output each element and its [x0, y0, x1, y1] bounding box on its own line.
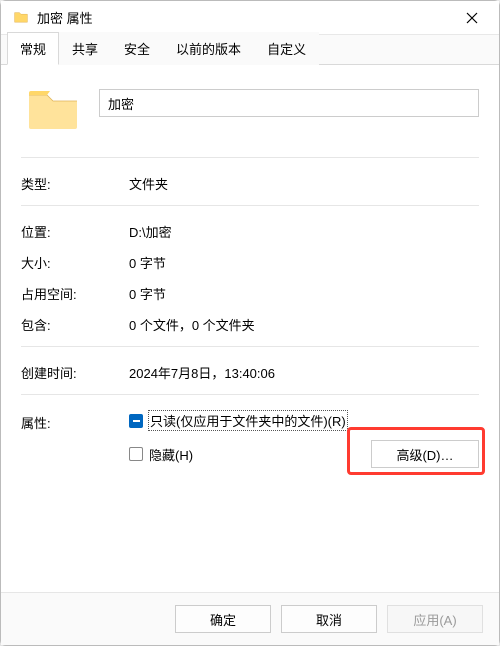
attributes-label: 属性: — [21, 411, 129, 432]
hidden-advanced-line: 隐藏(H) 高级(D)… — [129, 440, 479, 468]
tab-custom[interactable]: 自定义 — [254, 32, 319, 65]
row-ondisk: 占用空间: 0 字节 — [21, 278, 479, 309]
tab-security[interactable]: 安全 — [111, 32, 163, 65]
contains-label: 包含: — [21, 315, 129, 334]
attributes-column: 只读(仅应用于文件夹中的文件)(R) 隐藏(H) 高级(D)… — [129, 411, 479, 468]
type-value: 文件夹 — [129, 174, 168, 193]
location-label: 位置: — [21, 222, 129, 241]
tab-previous-versions[interactable]: 以前的版本 — [163, 32, 254, 65]
ok-button[interactable]: 确定 — [175, 605, 271, 633]
readonly-checkbox[interactable] — [129, 414, 143, 428]
tab-general[interactable]: 常规 — [7, 32, 59, 65]
divider — [21, 394, 479, 395]
folder-icon-large — [25, 85, 81, 133]
readonly-label[interactable]: 只读(仅应用于文件夹中的文件)(R) — [149, 411, 347, 430]
apply-button[interactable]: 应用(A) — [387, 605, 483, 633]
ondisk-value: 0 字节 — [129, 284, 166, 303]
size-label: 大小: — [21, 253, 129, 272]
tab-share[interactable]: 共享 — [59, 32, 111, 65]
divider — [21, 205, 479, 206]
divider — [21, 346, 479, 347]
row-type: 类型: 文件夹 — [21, 168, 479, 199]
folder-name-input[interactable] — [99, 89, 479, 117]
row-location: 位置: D:\加密 — [21, 216, 479, 247]
advanced-button[interactable]: 高级(D)… — [371, 440, 479, 468]
tab-content: 类型: 文件夹 位置: D:\加密 大小: 0 字节 占用空间: 0 字节 包含… — [1, 65, 499, 592]
ondisk-label: 占用空间: — [21, 284, 129, 303]
contains-value: 0 个文件，0 个文件夹 — [129, 315, 255, 334]
close-button[interactable] — [457, 3, 487, 33]
type-label: 类型: — [21, 174, 129, 193]
hidden-line: 隐藏(H) — [129, 445, 193, 464]
row-attributes: 属性: 只读(仅应用于文件夹中的文件)(R) 隐藏(H) 高级(D)… — [21, 405, 479, 474]
titlebar: 加密 属性 — [1, 1, 499, 35]
size-value: 0 字节 — [129, 253, 166, 272]
cancel-button[interactable]: 取消 — [281, 605, 377, 633]
created-label: 创建时间: — [21, 363, 129, 382]
created-value: 2024年7月8日，13:40:06 — [129, 363, 275, 382]
divider — [21, 157, 479, 158]
hidden-label[interactable]: 隐藏(H) — [149, 445, 193, 464]
row-size: 大小: 0 字节 — [21, 247, 479, 278]
hidden-checkbox[interactable] — [129, 447, 143, 461]
header-row — [21, 85, 479, 133]
dialog-footer: 确定 取消 应用(A) — [1, 592, 499, 645]
readonly-line: 只读(仅应用于文件夹中的文件)(R) — [129, 411, 479, 430]
location-value: D:\加密 — [129, 222, 172, 241]
row-contains: 包含: 0 个文件，0 个文件夹 — [21, 309, 479, 340]
folder-icon — [13, 11, 29, 25]
window-title: 加密 属性 — [37, 8, 457, 27]
properties-dialog: 加密 属性 常规 共享 安全 以前的版本 自定义 类型: 文件夹 — [0, 0, 500, 646]
tab-bar: 常规 共享 安全 以前的版本 自定义 — [1, 35, 499, 65]
row-created: 创建时间: 2024年7月8日，13:40:06 — [21, 357, 479, 388]
